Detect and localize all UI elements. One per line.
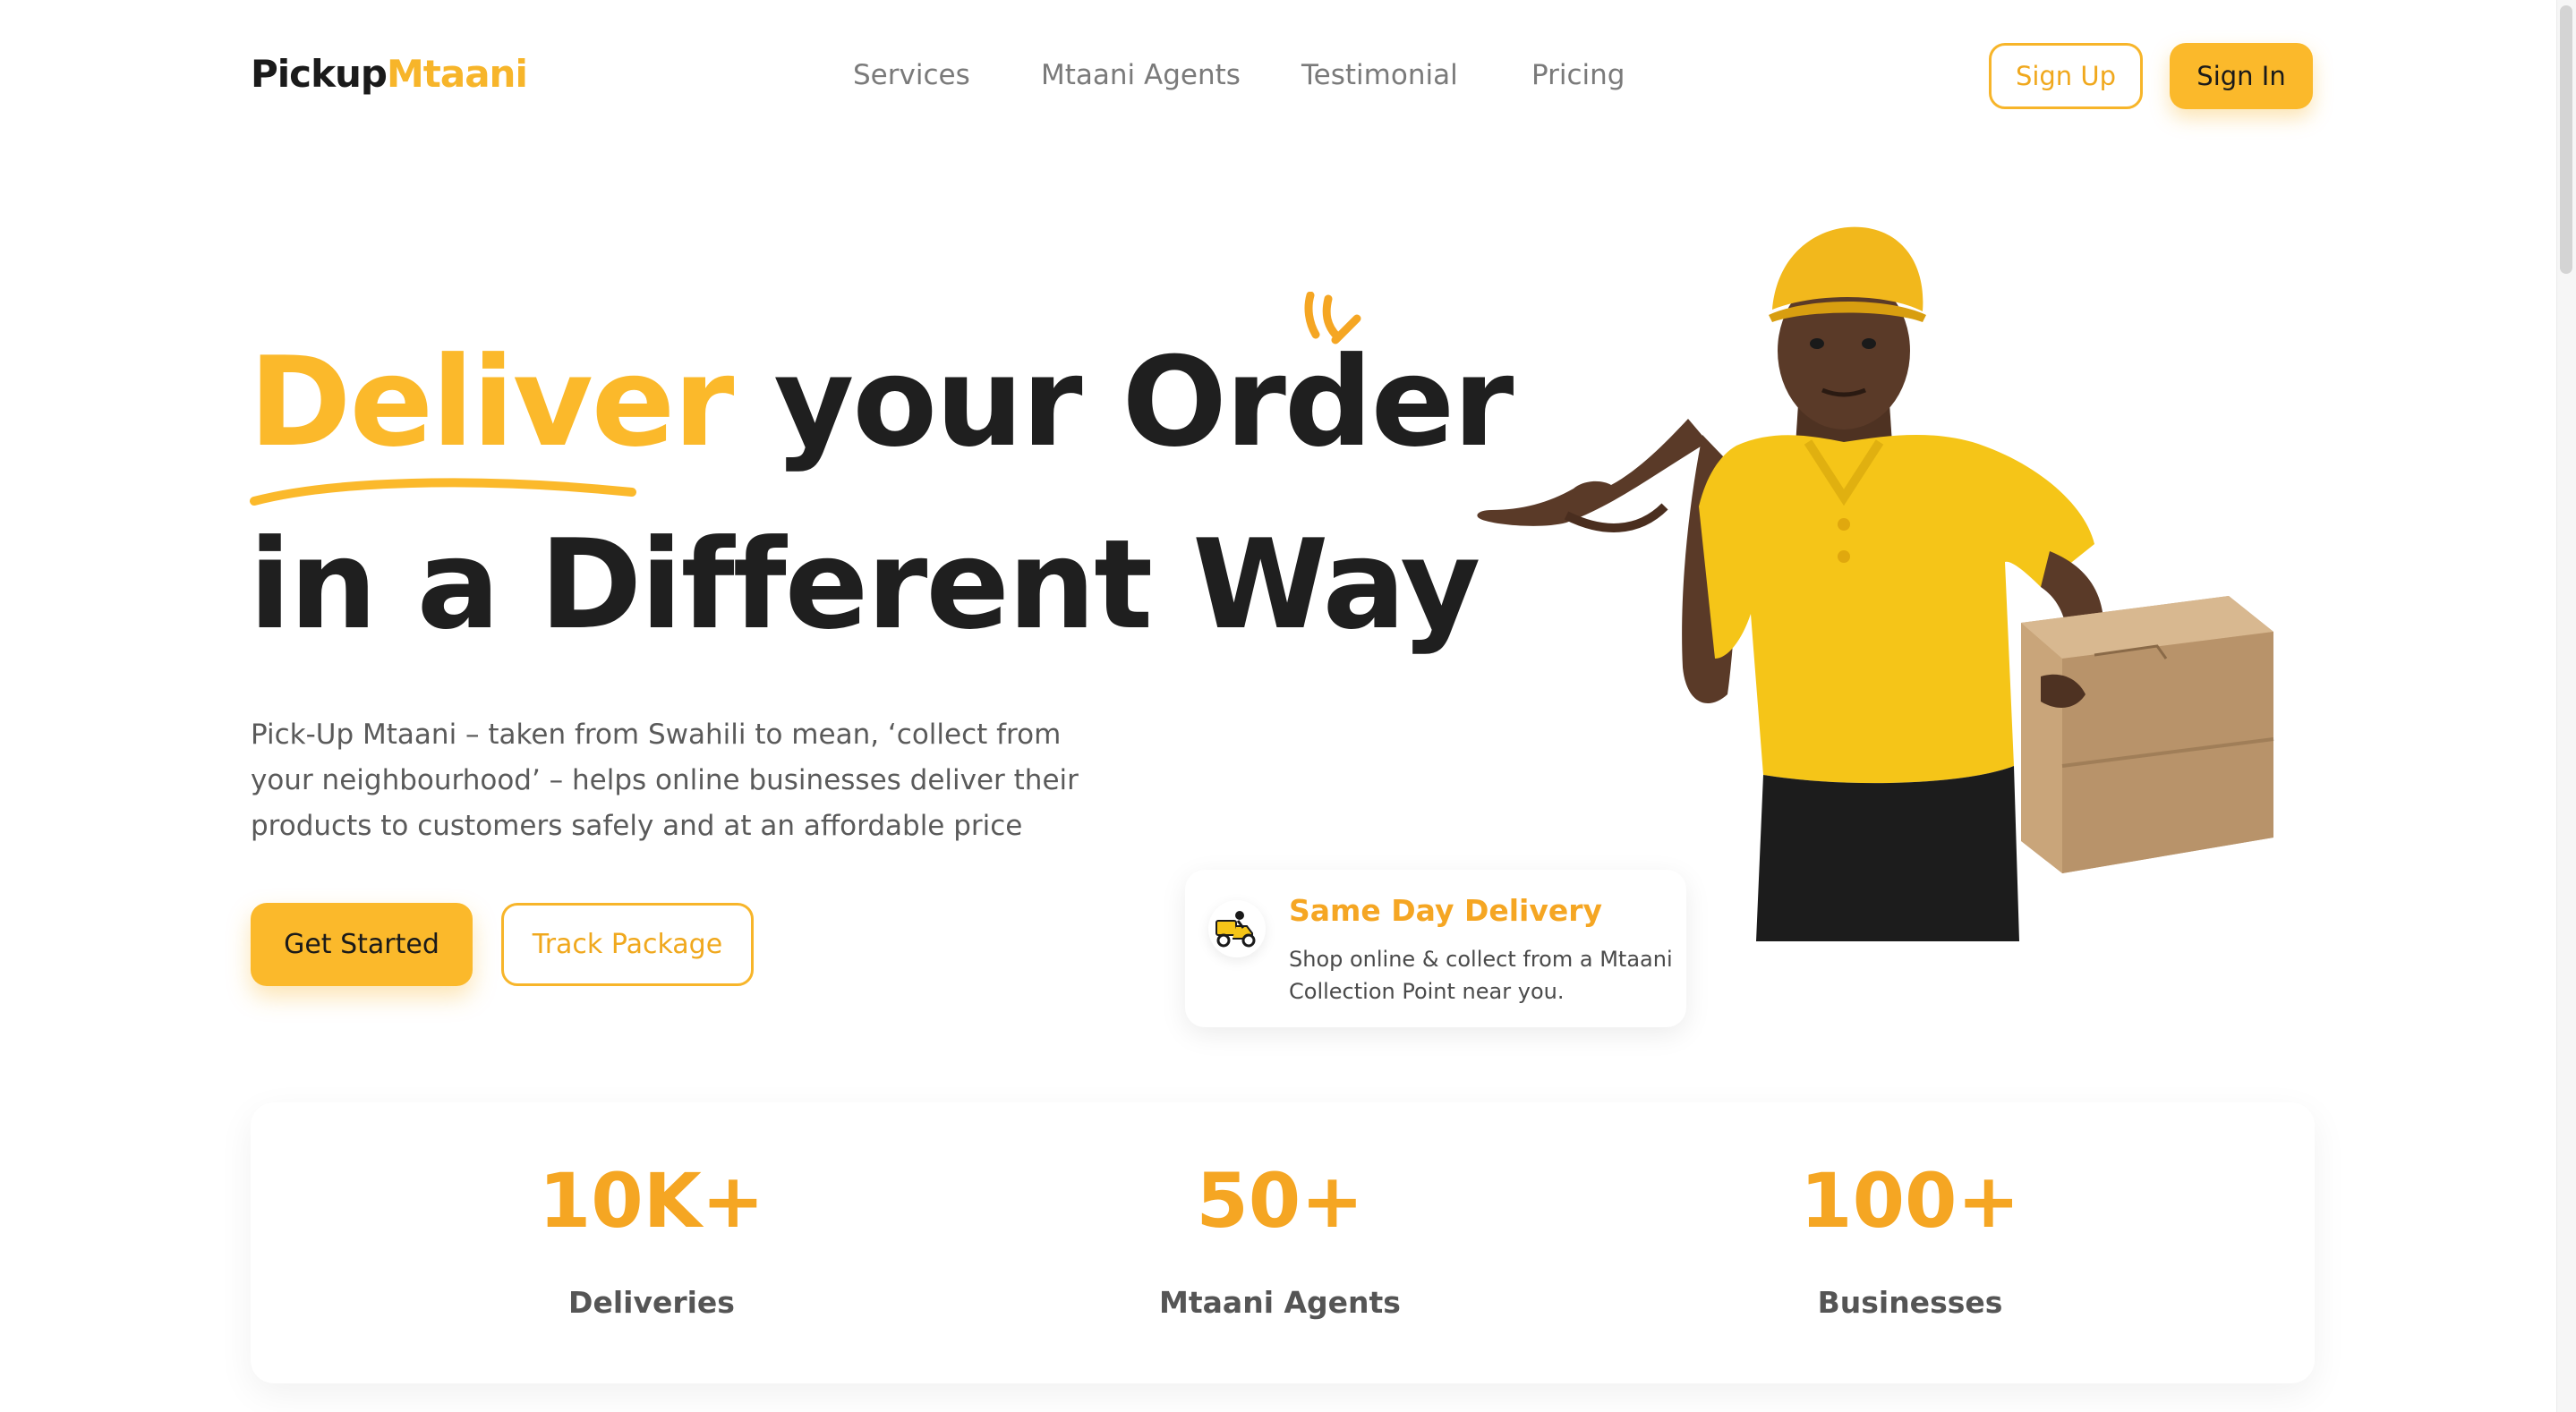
- stat-value: 10K+: [538, 1157, 765, 1245]
- stat-mtaani-agents: 50+ Mtaani Agents: [1056, 1156, 1504, 1320]
- delivery-person-image: [1477, 226, 2274, 941]
- nav-link-services[interactable]: Services: [853, 59, 970, 91]
- hero-description: Pick-Up Mtaani – taken from Swahili to m…: [251, 719, 1079, 842]
- brand-logo[interactable]: PickupMtaani: [251, 52, 528, 96]
- hero-title-line2: in a Different Way: [249, 513, 1480, 657]
- nav-link-pricing[interactable]: Pricing: [1531, 59, 1625, 91]
- delivery-scooter-icon: [1208, 900, 1266, 957]
- brand-logo-part1: Pickup: [251, 52, 388, 96]
- feature-description: Shop online & collect from a Mtaani Coll…: [1289, 947, 1673, 1004]
- scrollbar-thumb[interactable]: [2560, 5, 2572, 274]
- sign-up-button[interactable]: Sign Up: [1989, 43, 2143, 109]
- sign-in-button[interactable]: Sign In: [2170, 43, 2313, 109]
- hero-title-line1: Deliver your Order: [249, 330, 1514, 474]
- underline-swoosh-decoration: [250, 478, 636, 506]
- feature-title: Same Day Delivery: [1289, 893, 1603, 928]
- track-package-button[interactable]: Track Package: [501, 903, 754, 986]
- stat-label: Mtaani Agents: [1159, 1285, 1401, 1320]
- stat-label: Deliveries: [568, 1285, 735, 1320]
- stat-label: Businesses: [1817, 1285, 2003, 1320]
- brand-logo-part2: Mtaani: [386, 52, 528, 96]
- page-scrollbar[interactable]: [2556, 0, 2576, 1412]
- stat-businesses: 100+ Businesses: [1686, 1156, 2134, 1320]
- nav-link-testimonial[interactable]: Testimonial: [1301, 59, 1458, 91]
- nav-link-mtaani-agents[interactable]: Mtaani Agents: [1041, 59, 1241, 91]
- hero-title-highlight: Deliver: [249, 330, 734, 474]
- stat-deliveries: 10K+ Deliveries: [428, 1156, 875, 1320]
- same-day-delivery-card: Same Day Delivery Shop online & collect …: [1185, 870, 1686, 1027]
- get-started-button[interactable]: Get Started: [251, 903, 473, 986]
- stat-value: 100+: [1800, 1157, 2020, 1245]
- stat-value: 50+: [1196, 1157, 1364, 1245]
- hero-title-rest: your Order: [732, 330, 1514, 474]
- sparkle-icon: [1304, 292, 1361, 344]
- stats-panel: 10K+ Deliveries 50+ Mtaani Agents 100+ B…: [251, 1102, 2315, 1383]
